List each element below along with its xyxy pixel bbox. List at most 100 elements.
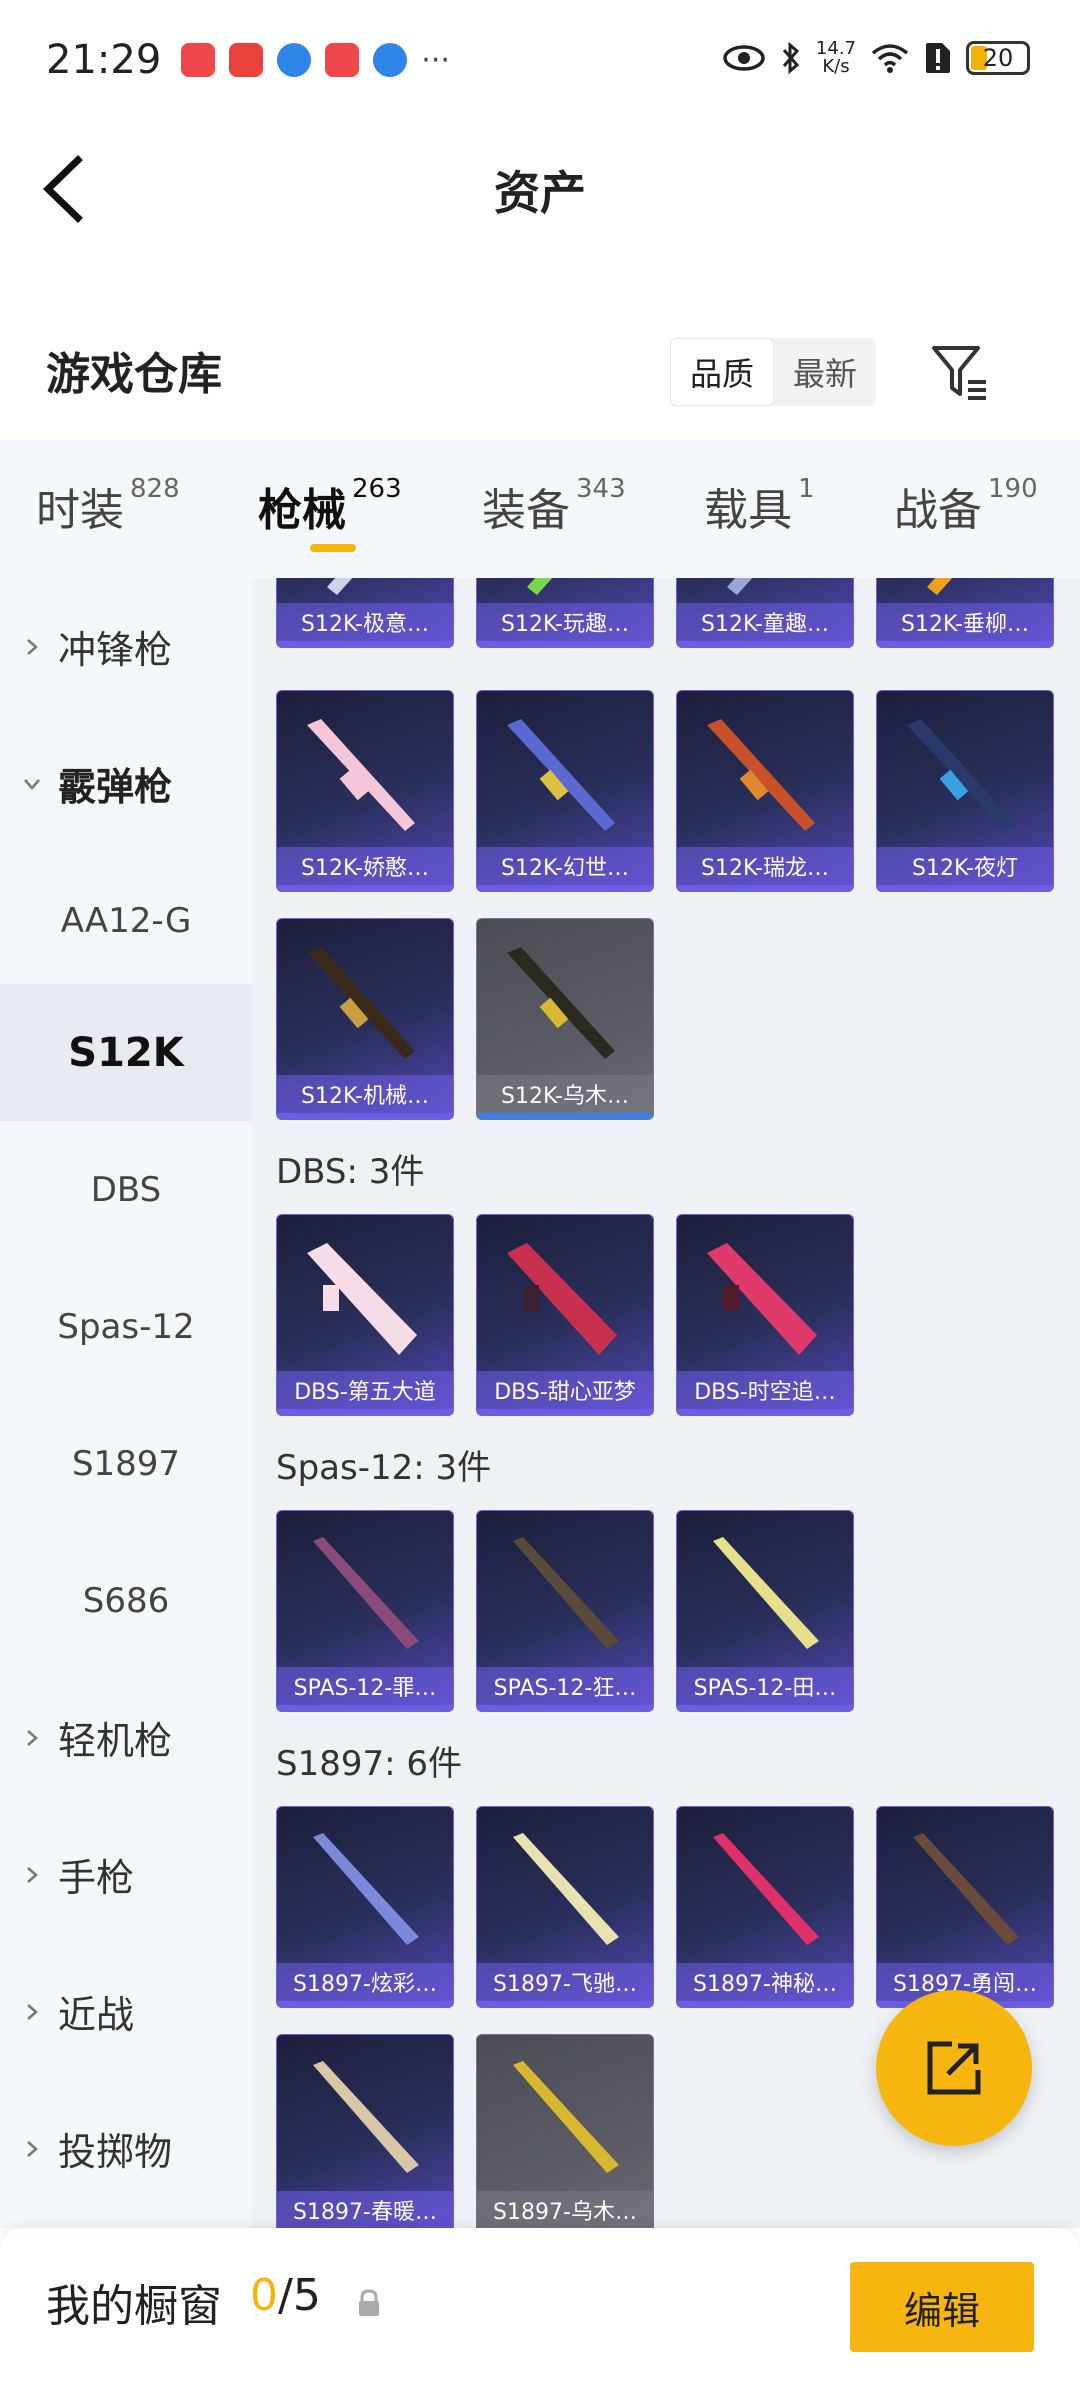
chevron-down-icon (24, 778, 40, 790)
status-icons: 14.7 K/s 20 (722, 40, 1030, 76)
shopping-app-icon (325, 43, 360, 77)
share-button[interactable] (876, 1990, 1032, 2146)
rifle-image (307, 719, 415, 831)
external-link-icon (927, 2041, 981, 2095)
weapon-card[interactable]: S1897-乌木… (476, 2034, 654, 2228)
sidebar-item-melee[interactable]: 近战 (0, 1943, 252, 2080)
lock-icon (359, 2289, 379, 2316)
rifle-image (507, 719, 615, 831)
chevron-right-icon (27, 2003, 38, 2020)
section-title-dbs: DBS: 3件 (276, 1152, 425, 1192)
sort-newest-button[interactable]: 最新 (774, 338, 876, 406)
sidebar-item-s1897[interactable]: S1897 (0, 1395, 252, 1532)
weapon-category-sidebar: 冲锋枪 霰弹枪 AA12-G S12K DBS Spas-12 S1897 S6… (0, 578, 252, 2228)
tab-equipment[interactable]: 装备 343 (482, 474, 626, 538)
weapon-card[interactable]: S1897-飞驰… (476, 1806, 654, 2008)
weapon-card[interactable]: SPAS-12-罪… (276, 1510, 454, 1712)
status-time: 21:29 (46, 37, 162, 83)
shotgun-image (713, 1537, 819, 1649)
sidebar-item-aa12g[interactable]: AA12-G (0, 852, 252, 989)
tab-label: 载具 (704, 485, 792, 536)
sidebar-item-pistol[interactable]: 手枪 (0, 1806, 252, 1943)
filter-button[interactable] (928, 340, 992, 404)
sidebar-item-s12k[interactable]: S12K (0, 984, 252, 1121)
weapon-card[interactable]: S12K-幻世… (476, 690, 654, 892)
weapon-card[interactable]: S1897-勇闯… (876, 1806, 1054, 2008)
weapon-card[interactable]: DBS-第五大道 (276, 1214, 454, 1416)
weapon-card[interactable]: S12K-童趣… (676, 578, 854, 648)
weapon-card-label: S1897-春暖… (277, 2191, 453, 2228)
sort-toggle: 品质 最新 (670, 338, 876, 406)
sidebar-item-throwable[interactable]: 投掷物 (0, 2080, 252, 2217)
sidebar-item-smg[interactable]: 冲锋枪 (0, 578, 252, 715)
tab-label: 装备 (482, 485, 570, 536)
weapon-card[interactable]: S12K-玩趣… (476, 578, 654, 648)
weapon-card[interactable]: DBS-甜心亚梦 (476, 1214, 654, 1416)
sidebar-item-lmg[interactable]: 轻机枪 (0, 1669, 252, 1806)
tab-vehicles[interactable]: 载具 1 (704, 474, 815, 538)
eye-icon (723, 45, 765, 71)
sidebar-item-shotgun[interactable]: 霰弹枪 (0, 715, 252, 852)
page-title: 资产 (494, 166, 586, 220)
weapon-card[interactable]: S12K-垂柳… (876, 578, 1054, 648)
browser-icon (277, 43, 312, 77)
sidebar-item-s686[interactable]: S686 (0, 1532, 252, 1669)
shotgun-image (313, 1537, 419, 1649)
rifle-image (727, 578, 753, 595)
section-title-s1897: S1897: 6件 (276, 1744, 463, 1784)
showcase-count-total: /5 (278, 2270, 321, 2321)
battery-level: 20 (982, 44, 1014, 72)
warehouse-title: 游戏仓库 (46, 349, 222, 400)
tab-supplies[interactable]: 战备 190 (894, 474, 1038, 538)
battery-indicator: 20 (966, 41, 1030, 75)
showcase-count-current: 0 (250, 2270, 278, 2321)
sort-quality-button[interactable]: 品质 (670, 338, 774, 406)
weapon-card[interactable]: S1897-炫彩… (276, 1806, 454, 2008)
weapon-card[interactable]: S12K-乌木… (476, 918, 654, 1120)
shotgun-image (313, 2061, 419, 2173)
weapon-card[interactable]: S1897-春暖… (276, 2034, 454, 2228)
active-tab-indicator (310, 544, 356, 552)
sidebar-item-spas12[interactable]: Spas-12 (0, 1258, 252, 1395)
category-tabs: 时装 828 枪械 263 装备 343 载具 1 战备 190 (0, 440, 1080, 580)
showcase-label: 我的橱窗 (46, 2281, 222, 2332)
showcase-bar: 我的橱窗 0/5 编辑 (0, 2228, 1080, 2382)
shotgun-image (513, 1833, 619, 1945)
rifle-image (327, 578, 353, 595)
shopping-app-icon (181, 43, 216, 77)
weapon-card[interactable]: S12K-夜灯 (876, 690, 1054, 892)
sidebar-item-dbs[interactable]: DBS (0, 1121, 252, 1258)
weapon-card[interactable]: SPAS-12-狂… (476, 1510, 654, 1712)
tab-label: 战备 (894, 485, 982, 536)
filter-icon (932, 346, 986, 400)
more-notifications-icon: ··· (421, 42, 450, 78)
sidebar-item-label: 近战 (58, 1993, 135, 2037)
chevron-left-icon (42, 155, 83, 223)
tab-guns[interactable]: 枪械 263 (258, 474, 402, 538)
rifle-image (527, 578, 553, 595)
showcase-count: 0/5 (250, 2270, 321, 2321)
weapon-card[interactable]: SPAS-12-田… (676, 1510, 854, 1712)
shotgun-image (507, 1243, 617, 1355)
shotgun-image (513, 1537, 619, 1649)
weapon-card[interactable]: S12K-瑞龙… (676, 690, 854, 892)
sidebar-item-label: 霰弹枪 (58, 765, 173, 809)
weapon-card[interactable]: S12K-机械… (276, 918, 454, 1120)
rifle-image (907, 719, 1015, 831)
edit-button[interactable]: 编辑 (850, 2262, 1034, 2352)
status-bar: 21:29 ··· 14.7 K/s 20 (0, 0, 1080, 120)
bluetooth-icon (782, 41, 800, 75)
back-button[interactable] (38, 154, 108, 224)
weapon-card[interactable]: S1897-神秘… (676, 1806, 854, 2008)
weapon-grid: S12K-极意… S12K-玩趣… S12K-童趣… S12K-垂柳… S12K… (252, 578, 1080, 2228)
tab-fashion[interactable]: 时装 828 (36, 474, 180, 538)
alert-app-icon (229, 43, 264, 77)
shotgun-image (713, 1833, 819, 1945)
network-speed-unit: K/s (822, 56, 850, 77)
shotgun-image (313, 1833, 419, 1945)
weapon-card[interactable]: S12K-极意… (276, 578, 454, 648)
tab-count: 828 (130, 474, 180, 504)
weapon-card[interactable]: DBS-时空追… (676, 1214, 854, 1416)
weapon-card[interactable]: S12K-娇憨… (276, 690, 454, 892)
chevron-right-icon (27, 1729, 38, 1746)
